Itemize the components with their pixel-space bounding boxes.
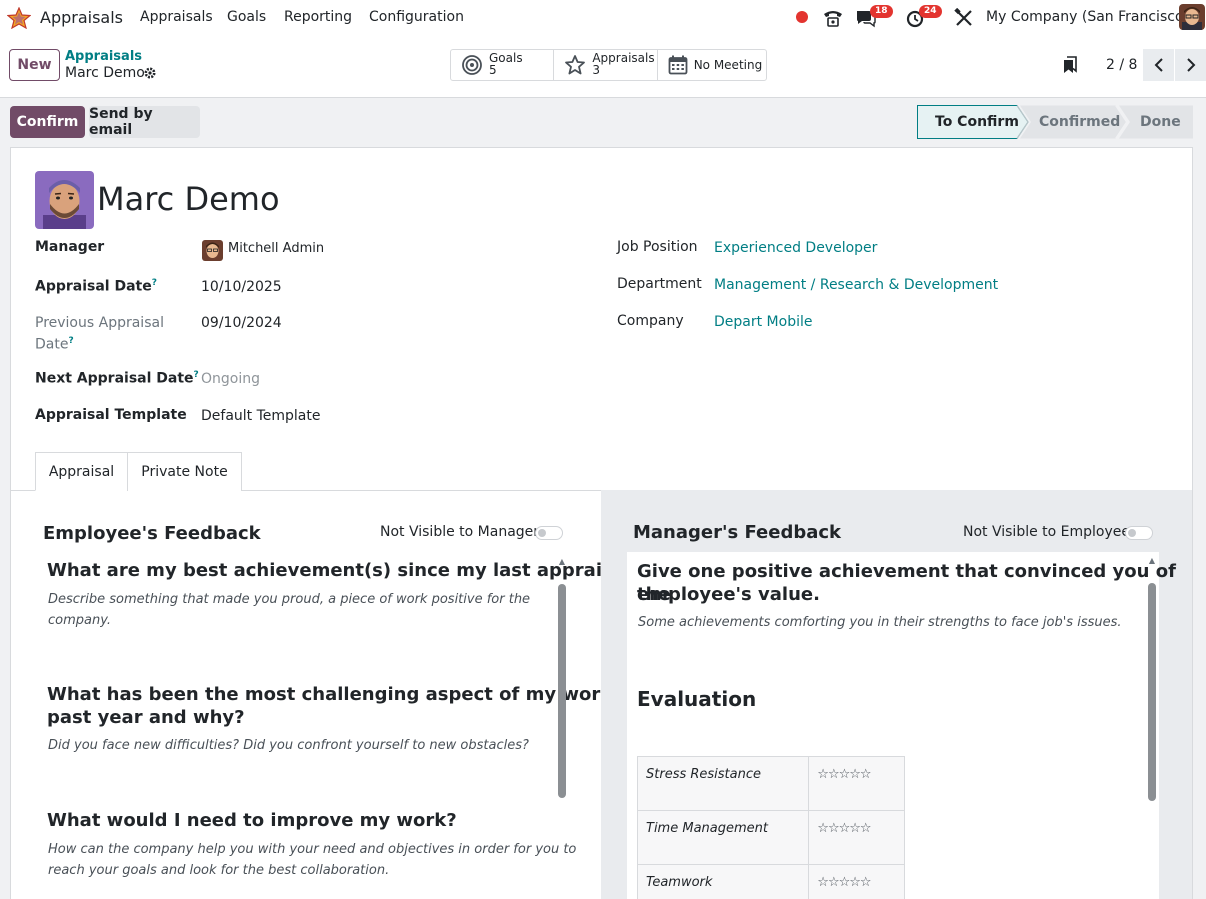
evaluation-criterion: Teamwork xyxy=(636,864,810,899)
chevron-left-icon xyxy=(1154,58,1163,72)
employee-question-3-desc: How can the company help you with your n… xyxy=(48,842,577,857)
user-avatar[interactable] xyxy=(1179,4,1205,30)
help-tooltip-icon[interactable]: ? xyxy=(68,336,73,346)
next-appraisal-date-label: Next Appraisal Date? xyxy=(35,370,199,387)
evaluation-row: Time Management ☆☆☆☆☆ xyxy=(636,810,905,865)
appraisal-date-label: Appraisal Date? xyxy=(35,278,157,295)
tab-private-note[interactable]: Private Note xyxy=(127,452,242,491)
tab-appraisal[interactable]: Appraisal xyxy=(35,452,128,491)
department-link[interactable]: Management / Research & Development xyxy=(714,277,998,293)
stage-to-confirm[interactable]: To Confirm xyxy=(935,114,1019,130)
previous-appraisal-date-label-line2: Date? xyxy=(35,336,74,353)
previous-appraisal-date-label: Previous Appraisal xyxy=(35,315,164,331)
appraisals-count: 3 xyxy=(592,63,600,77)
not-visible-to-employee-label: Not Visible to Employee xyxy=(963,524,1131,540)
employee-question-1: What are my best achievement(s) since my… xyxy=(47,560,642,581)
not-visible-to-manager-toggle[interactable] xyxy=(535,526,563,540)
manager-question-1-desc: Some achievements comforting you in thei… xyxy=(638,615,1122,630)
star-rating-icon[interactable]: ☆☆☆☆☆ xyxy=(808,864,905,899)
employee-question-3: What would I need to improve my work? xyxy=(47,810,457,831)
manager-feedback-scrollbar[interactable] xyxy=(1148,583,1156,801)
next-appraisal-date-value[interactable]: Ongoing xyxy=(201,371,260,387)
gear-icon[interactable] xyxy=(143,66,157,80)
star-icon xyxy=(565,55,586,75)
appraisal-star-icon[interactable] xyxy=(7,7,31,29)
menu-goals[interactable]: Goals xyxy=(227,9,266,25)
employee-question-1-desc: Describe something that made you proud, … xyxy=(48,592,531,607)
meeting-smart-button[interactable]: No Meeting xyxy=(658,50,766,80)
top-navbar: Appraisals Appraisals Goals Reporting Co… xyxy=(0,0,1206,36)
employee-avatar[interactable] xyxy=(35,171,94,229)
pager-next-button[interactable] xyxy=(1175,49,1206,81)
chevron-right-icon xyxy=(1186,58,1195,72)
new-button[interactable]: New xyxy=(9,49,60,81)
evaluation-table: Stress Resistance ☆☆☆☆☆ Time Management … xyxy=(636,756,905,899)
meeting-label: No Meeting xyxy=(693,58,763,72)
manager-feedback-title: Manager's Feedback xyxy=(633,522,842,543)
send-by-email-button[interactable]: Send by email xyxy=(89,106,200,138)
employee-question-1-desc-line2: company. xyxy=(48,613,112,628)
previous-appraisal-date-value: 09/10/2024 xyxy=(201,315,282,331)
menu-configuration[interactable]: Configuration xyxy=(369,9,464,25)
app-title[interactable]: Appraisals xyxy=(40,8,123,27)
debug-tools-icon[interactable] xyxy=(953,8,975,28)
evaluation-title: Evaluation xyxy=(637,687,757,711)
manager-avatar[interactable] xyxy=(202,240,223,261)
menu-appraisals[interactable]: Appraisals xyxy=(140,9,213,25)
calendar-icon xyxy=(668,55,688,75)
menu-reporting[interactable]: Reporting xyxy=(284,9,352,25)
scroll-up-arrow-icon[interactable]: ▲ xyxy=(558,558,566,566)
company-switcher[interactable]: My Company (San Francisco) xyxy=(986,9,1189,25)
employee-question-3-desc-line2: reach your goals and look for the best c… xyxy=(48,863,390,878)
pager-previous-button[interactable] xyxy=(1143,49,1174,81)
department-label: Department xyxy=(617,276,702,292)
smart-buttons: Goals 5 Appraisals 3 No Meeting xyxy=(450,49,767,81)
help-tooltip-icon[interactable]: ? xyxy=(194,370,199,380)
company-link[interactable]: Depart Mobile xyxy=(714,314,812,330)
status-stages: To Confirm Confirmed Done xyxy=(917,105,1193,139)
evaluation-criterion: Time Management xyxy=(636,810,810,865)
employee-feedback-scrollbar[interactable] xyxy=(558,584,566,798)
breadcrumb-appraisals[interactable]: Appraisals xyxy=(65,49,142,64)
scroll-up-arrow-icon[interactable]: ▲ xyxy=(1148,557,1156,565)
manager-value[interactable]: Mitchell Admin xyxy=(228,241,324,256)
employee-question-2-desc: Did you face new difficulties? Did you c… xyxy=(48,738,529,753)
stage-done[interactable]: Done xyxy=(1140,114,1181,130)
phone-icon[interactable] xyxy=(822,8,844,28)
star-rating-icon[interactable]: ☆☆☆☆☆ xyxy=(808,810,905,865)
stage-confirmed[interactable]: Confirmed xyxy=(1039,114,1120,130)
manager-question-1-line2: employee's value. xyxy=(637,584,820,605)
not-visible-to-manager-label: Not Visible to Manager xyxy=(380,524,540,540)
star-rating-icon[interactable]: ☆☆☆☆☆ xyxy=(808,756,905,811)
appraisal-template-value[interactable]: Default Template xyxy=(201,408,321,424)
confirm-button[interactable]: Confirm xyxy=(10,106,85,138)
appraisals-label: Appraisals xyxy=(592,51,655,65)
company-label: Company xyxy=(617,313,684,329)
appraisals-smart-button[interactable]: Appraisals 3 xyxy=(554,50,658,80)
job-position-label: Job Position xyxy=(617,239,698,255)
appraisal-template-label: Appraisal Template xyxy=(35,407,187,423)
activity-badge: 24 xyxy=(919,5,942,18)
evaluation-row: Teamwork ☆☆☆☆☆ xyxy=(636,864,905,899)
evaluation-criterion: Stress Resistance xyxy=(636,756,810,811)
chat-badge: 18 xyxy=(870,5,893,18)
goals-smart-button[interactable]: Goals 5 xyxy=(451,50,555,80)
employee-feedback-title: Employee's Feedback xyxy=(43,523,261,544)
employee-question-2-line2: past year and why? xyxy=(47,707,245,728)
manager-label: Manager xyxy=(35,239,105,255)
job-position-link[interactable]: Experienced Developer xyxy=(714,240,877,256)
bookmark-icon[interactable] xyxy=(1063,56,1077,74)
appraisal-date-value[interactable]: 10/10/2025 xyxy=(201,279,282,295)
employee-name: Marc Demo xyxy=(97,180,280,218)
pager-value[interactable]: 2 / 8 xyxy=(1106,57,1137,73)
recording-indicator-icon[interactable] xyxy=(796,11,808,23)
target-icon xyxy=(462,55,482,75)
not-visible-to-employee-toggle[interactable] xyxy=(1125,526,1153,540)
breadcrumb-current: Marc Demo xyxy=(65,65,145,81)
control-panel: New Appraisals Marc Demo Goals 5 Apprais… xyxy=(0,36,1206,98)
help-tooltip-icon[interactable]: ? xyxy=(152,278,157,288)
goals-count: 5 xyxy=(489,63,497,77)
evaluation-row: Stress Resistance ☆☆☆☆☆ xyxy=(636,756,905,811)
